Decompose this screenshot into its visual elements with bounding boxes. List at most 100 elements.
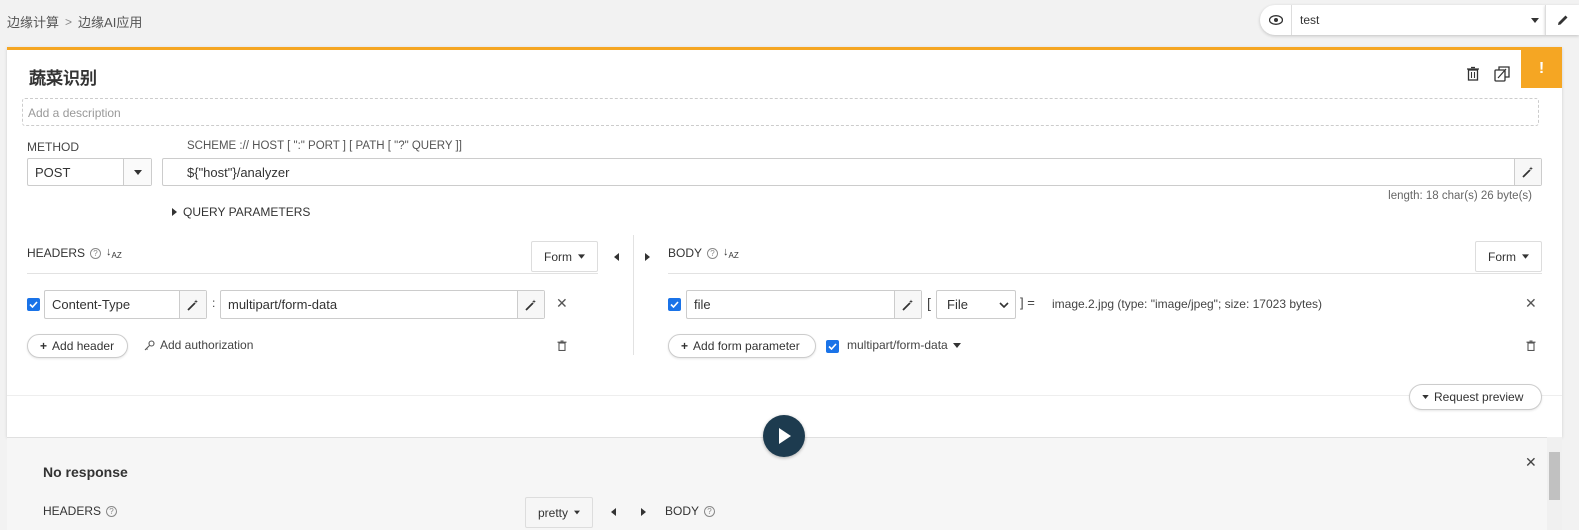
environment-value: test [1300,13,1320,27]
sort-icon[interactable]: ↓AZ [106,246,122,260]
trash-icon[interactable] [1466,66,1480,81]
response-scrollbar[interactable] [1547,437,1562,530]
plus-icon: + [40,339,48,353]
add-authorization-link[interactable]: Add authorization [144,338,253,352]
trash-icon[interactable] [557,340,567,351]
key-icon [144,339,155,350]
help-icon[interactable]: ? [106,505,118,517]
magic-wand-icon[interactable] [1514,159,1541,185]
bracket-open: [ [927,295,931,311]
headers-mode-value: Form [544,249,572,264]
trash-icon[interactable] [1526,340,1536,351]
caret-down-icon [578,254,585,259]
add-header-label: Add header [52,339,115,353]
multipart-checkbox[interactable] [826,340,839,353]
method-select[interactable]: POST [27,158,152,186]
description-field[interactable]: Add a description [22,98,1539,126]
caret-down-icon [574,510,580,515]
close-icon[interactable]: ✕ [1525,454,1537,471]
query-parameters-label: QUERY PARAMETERS [183,205,311,219]
caret-right-icon [172,208,177,216]
url-format-label: SCHEME :// HOST [ ":" PORT ] [ PATH [ "?… [187,140,462,152]
body-param-enabled-checkbox[interactable] [668,298,681,311]
caret-down-icon [1522,254,1529,259]
chevron-right-icon: > [65,14,73,29]
help-icon[interactable]: ? [90,247,102,259]
method-label: METHOD [27,140,79,154]
eye-icon[interactable] [1260,5,1292,35]
body-mode-select[interactable]: Form [1475,241,1542,272]
body-param-file-info: image.2.jpg (type: "image/jpeg"; size: 1… [1052,297,1322,311]
pencil-icon [1557,15,1567,25]
url-value: ${"host"}/analyzer [187,165,290,180]
breadcrumb-item-edge-ai[interactable]: 边缘AI应用 [78,12,142,31]
add-authorization-label: Add authorization [160,338,254,352]
response-format-value: pretty [538,505,569,520]
query-parameters-toggle[interactable]: QUERY PARAMETERS [172,205,310,219]
magic-wand-icon[interactable] [894,291,921,318]
edit-environment-button[interactable] [1545,5,1579,35]
url-length-info: length: 18 char(s) 26 byte(s) [1388,190,1532,202]
content-type-dropdown[interactable]: multipart/form-data [847,338,961,352]
remove-body-param-icon[interactable]: ✕ [1525,295,1537,312]
request-card: 蔬菜识别 ! Add a description METHOD SCHEME :… [7,47,1562,437]
plus-icon: + [681,339,689,353]
add-form-parameter-button[interactable]: + Add form parameter [668,334,816,358]
body-heading: BODY ? ↓AZ [668,246,739,260]
magic-wand-icon[interactable] [179,291,206,318]
caret-down-icon [952,342,961,348]
request-title[interactable]: 蔬菜识别 [29,64,97,89]
headers-heading: HEADERS ? ↓AZ [27,246,122,260]
method-value: POST [35,165,71,180]
content-type-value: multipart/form-data [847,338,948,352]
request-preview-label: Request preview [1434,390,1524,404]
add-header-button[interactable]: + Add header [27,334,128,358]
sort-icon[interactable]: ↓AZ [723,246,739,260]
send-request-button[interactable] [763,415,805,457]
header-value-value: multipart/form-data [228,297,338,312]
response-format-select[interactable]: pretty [525,497,593,528]
divider [668,273,1542,274]
response-body-label: BODY [665,504,700,518]
request-preview-button[interactable]: Request preview [1409,384,1542,410]
play-icon [779,428,791,444]
body-param-name-value: file [694,297,711,312]
caret-right-icon[interactable] [645,253,650,261]
response-body-heading: BODY ? [665,504,716,518]
bracket-close-equals: ] = [1020,295,1035,310]
caret-down-icon [1525,17,1545,23]
environment-selector[interactable]: test [1260,5,1545,35]
breadcrumb: 边缘计算 > 边缘AI应用 [7,12,142,31]
warning-icon[interactable]: ! [1521,50,1562,88]
response-headers-label: HEADERS [43,504,102,518]
remove-header-icon[interactable]: ✕ [556,295,568,312]
magic-wand-icon[interactable] [517,291,544,318]
headers-label: HEADERS [27,246,86,261]
caret-left-icon[interactable] [614,253,619,261]
chevron-down-icon [999,301,1009,308]
header-enabled-checkbox[interactable] [27,298,40,311]
copy-icon[interactable] [1494,65,1511,82]
caret-left-icon[interactable] [611,508,616,516]
body-mode-value: Form [1488,249,1516,264]
header-value-input[interactable]: multipart/form-data [220,290,545,319]
body-param-type-value: File [947,297,968,312]
breadcrumb-item-edge-computing[interactable]: 边缘计算 [7,12,59,31]
panel-divider [633,235,634,355]
body-param-name-input[interactable]: file [686,290,922,319]
caret-down-icon [1422,395,1429,399]
headers-mode-select[interactable]: Form [531,241,598,272]
url-input[interactable]: ${"host"}/analyzer [162,158,1542,186]
caret-down-icon[interactable] [123,159,151,185]
body-param-type-select[interactable]: File [936,290,1016,319]
response-status: No response [43,464,128,480]
help-icon[interactable]: ? [707,247,719,259]
colon-separator: : [212,296,216,310]
help-icon[interactable]: ? [704,505,716,517]
add-form-parameter-label: Add form parameter [693,339,800,353]
scrollbar-thumb[interactable] [1549,452,1560,500]
divider [7,395,1562,396]
caret-right-icon[interactable] [641,508,646,516]
header-name-input[interactable]: Content-Type [44,290,207,319]
body-label: BODY [668,246,703,261]
